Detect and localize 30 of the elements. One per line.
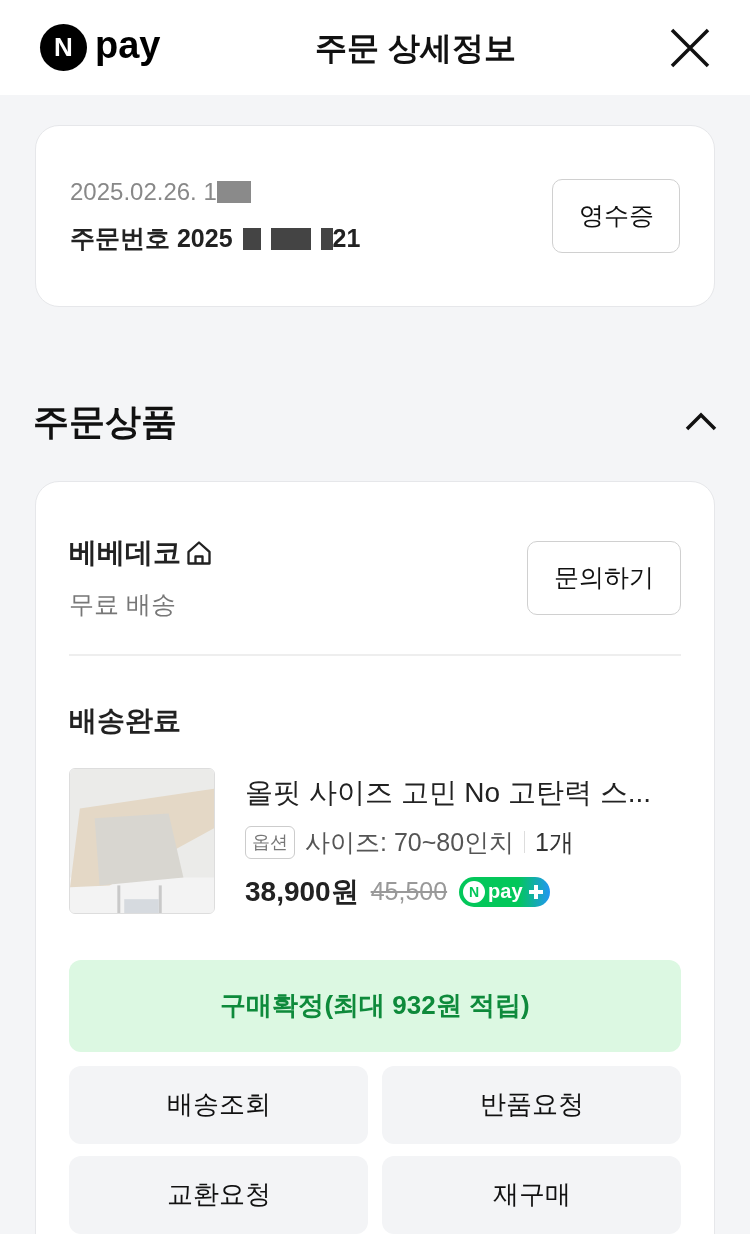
shipping-fee: 무료 배송 [69, 589, 177, 620]
action-button[interactable]: 배송조회 [69, 1065, 368, 1144]
seller-name[interactable]: 베베데코 [69, 532, 181, 574]
order-number-end: 21 [332, 223, 361, 255]
action-button[interactable]: 재구매 [382, 1155, 681, 1234]
action-button[interactable]: 반품요청 [382, 1065, 681, 1144]
page-title: 주문 상세정보 [314, 28, 516, 68]
redaction-mark [216, 181, 251, 204]
order-number: 주문번호 2025 [70, 223, 233, 255]
inquiry-button[interactable]: 문의하기 [527, 540, 681, 615]
confirm-purchase-button[interactable]: 구매확정(최대 932원 적립) [69, 959, 681, 1052]
original-price: 45,500 [370, 876, 448, 908]
chevron-icon[interactable] [685, 412, 717, 432]
sale-price: 38,900원 [245, 875, 359, 909]
option-text: 사이즈: 70~80인치 [305, 826, 515, 858]
product-name[interactable]: 올핏 사이즈 고민 No 고탄력 스... [245, 771, 652, 814]
quantity: 1개 [535, 826, 574, 858]
redaction-mark [320, 228, 333, 250]
close-icon[interactable] [670, 27, 710, 68]
order-date: 2025.02.26. 1 [70, 177, 217, 208]
npay-logo: N pay [40, 24, 161, 71]
option-tag: 옵션 [245, 825, 295, 859]
npay-plus-badge: N pay [459, 877, 550, 907]
action-button[interactable]: 교환요청 [69, 1155, 368, 1234]
delivery-status: 배송완료 [69, 703, 182, 738]
redaction-mark [270, 228, 311, 250]
home-icon[interactable] [185, 539, 213, 567]
redaction-mark [242, 228, 261, 250]
receipt-button[interactable]: 영수증 [552, 179, 680, 253]
section-title: 주문상품 [33, 400, 177, 444]
